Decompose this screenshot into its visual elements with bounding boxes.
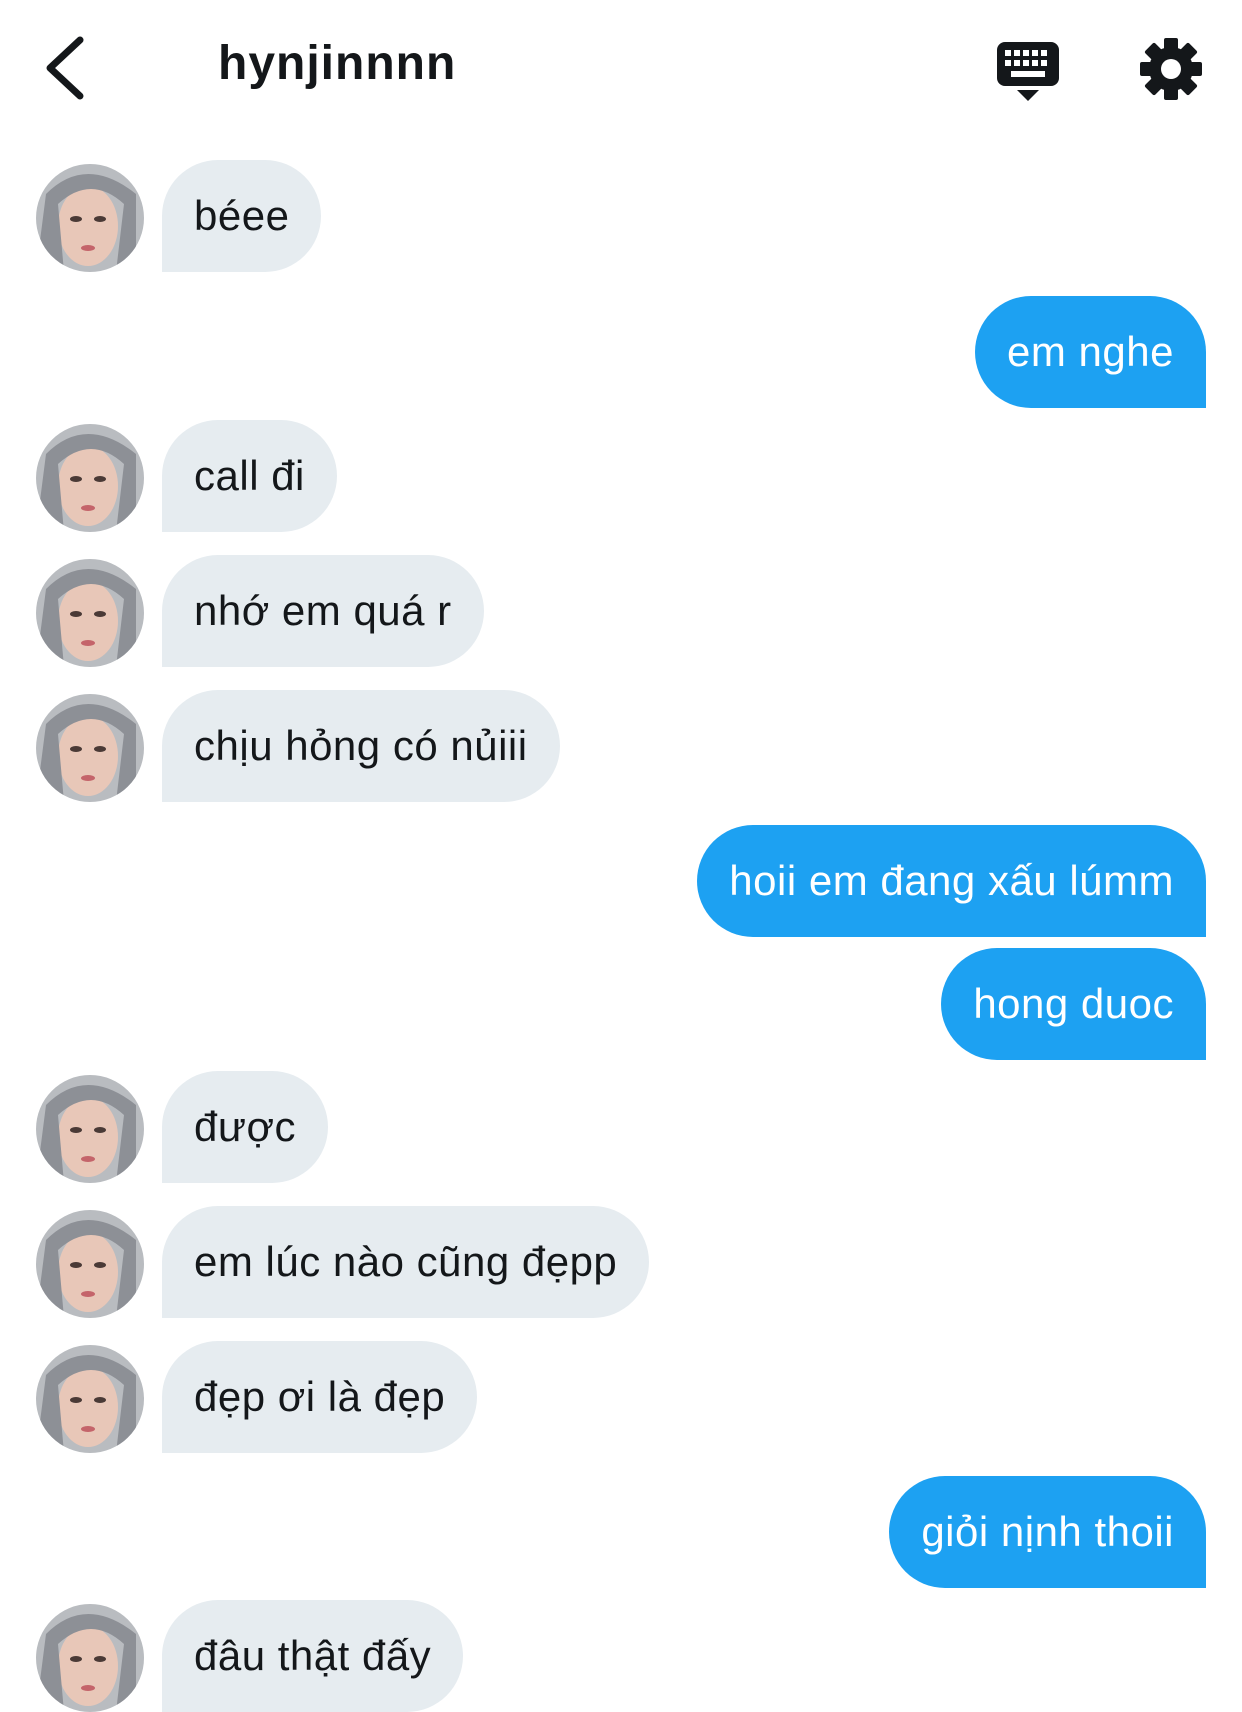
back-button[interactable] xyxy=(40,32,100,102)
message-outgoing: giỏi nịnh thoii xyxy=(0,1476,1242,1588)
message-bubble[interactable]: chịu hỏng có nủiii xyxy=(162,690,560,802)
avatar[interactable] xyxy=(36,1345,144,1453)
avatar[interactable] xyxy=(36,424,144,532)
message-outgoing: hong duoc xyxy=(0,948,1242,1060)
settings-button[interactable] xyxy=(1138,36,1204,102)
avatar[interactable] xyxy=(36,1210,144,1318)
avatar[interactable] xyxy=(36,559,144,667)
message-bubble[interactable]: béee xyxy=(162,160,322,272)
message-bubble[interactable]: em nghe xyxy=(975,296,1206,408)
message-bubble[interactable]: nhớ em quá r xyxy=(162,555,484,667)
chevron-left-icon xyxy=(46,36,84,100)
avatar[interactable] xyxy=(36,1075,144,1183)
message-outgoing: em nghe xyxy=(0,296,1242,408)
message-bubble[interactable]: giỏi nịnh thoii xyxy=(889,1476,1206,1588)
message-bubble[interactable]: đẹp ơi là đẹp xyxy=(162,1341,478,1453)
keyboard-button[interactable] xyxy=(995,38,1061,104)
gear-icon xyxy=(1140,38,1202,100)
message-bubble[interactable]: call đi xyxy=(162,420,337,532)
keyboard-icon xyxy=(997,42,1059,101)
message-bubble[interactable]: được xyxy=(162,1071,329,1183)
conversation-title[interactable]: hynjinnnn xyxy=(218,36,456,91)
conversation-header: hynjinnnn xyxy=(0,0,1242,140)
avatar[interactable] xyxy=(36,164,144,272)
message-bubble[interactable]: em lúc nào cũng đẹpp xyxy=(162,1206,650,1318)
message-bubble[interactable]: đâu thật đấy xyxy=(162,1600,464,1712)
message-outgoing: hoii em đang xấu lúmm xyxy=(0,825,1242,937)
avatar[interactable] xyxy=(36,1604,144,1712)
message-bubble[interactable]: hong duoc xyxy=(941,948,1206,1060)
avatar[interactable] xyxy=(36,694,144,802)
message-bubble[interactable]: hoii em đang xấu lúmm xyxy=(697,825,1206,937)
